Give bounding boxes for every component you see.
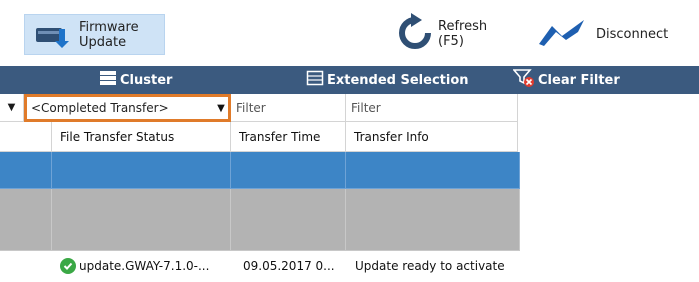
refresh-icon [398,12,432,56]
transfer-info-filter[interactable]: Filter [346,94,518,122]
transfer-grid: ▼ <Completed Transfer> ▼ Filter Filter F… [0,94,699,282]
cluster-button[interactable]: Cluster [99,66,172,94]
header-spacer [0,122,52,152]
firmware-update-icon [35,21,71,49]
table-row[interactable]: update.GWAY-7.1.0-... 09.05.2017 0... Up… [0,251,699,280]
extended-selection-label: Extended Selection [327,72,469,88]
dropdown-arrow-icon: ▼ [7,102,16,113]
extended-selection-icon [306,70,324,90]
status-filter-value: <Completed Transfer> [31,101,169,115]
filter-row: ▼ <Completed Transfer> ▼ Filter Filter [0,94,699,122]
column-header-transfer-info[interactable]: Transfer Info [346,122,518,152]
transfer-info-filter-text: Filter [351,100,381,115]
clear-filter-label: Clear Filter [538,72,620,88]
column-header-file-transfer-status[interactable]: File Transfer Status [52,122,231,152]
clear-filter-icon [512,69,535,91]
group-row[interactable] [0,189,520,251]
refresh-label-2: (F5) [438,34,464,49]
transfer-time-filter[interactable]: Filter [231,94,346,122]
refresh-button[interactable]: Refresh (F5) [398,12,508,56]
row-selector-dropdown[interactable]: ▼ [0,94,24,122]
file-transfer-status-text: update.GWAY-7.1.0-... [79,258,210,273]
clear-filter-button[interactable]: Clear Filter [512,66,620,94]
success-check-icon [60,257,76,274]
toolbar: Firmware Update Refresh (F5) Disconnect [0,0,699,66]
column-header-label: File Transfer Status [60,129,175,144]
transfer-time-text: 09.05.2017 0... [243,258,335,273]
transfer-time-cell: 09.05.2017 0... [243,251,345,280]
column-header-transfer-time[interactable]: Transfer Time [231,122,346,152]
transfer-time-filter-text: Filter [236,100,266,115]
disconnect-icon [538,18,586,51]
column-header-label: Transfer Info [354,129,429,144]
column-header-row: File Transfer Status Transfer Time Trans… [0,122,699,152]
grid-toolbar: Cluster Extended Selection Clear Filter [0,66,699,94]
disconnect-label: Disconnect [596,26,669,42]
file-transfer-status-cell: update.GWAY-7.1.0-... [60,251,230,280]
cluster-icon [99,70,117,90]
firmware-update-label-1: Firmware [79,19,139,35]
column-header-label: Transfer Time [239,129,321,144]
combo-arrow-icon: ▼ [217,102,225,114]
transfer-info-cell: Update ready to activate [355,251,520,280]
firmware-update-label-2: Update [79,34,127,50]
extended-selection-button[interactable]: Extended Selection [306,66,469,94]
status-filter-combo[interactable]: <Completed Transfer> ▼ [24,94,231,122]
firmware-update-button[interactable]: Firmware Update [24,14,165,55]
refresh-label-1: Refresh [438,19,488,34]
transfer-info-text: Update ready to activate [355,258,505,273]
cluster-label: Cluster [120,72,173,88]
disconnect-button[interactable]: Disconnect [538,16,688,52]
selected-row[interactable] [0,152,520,189]
